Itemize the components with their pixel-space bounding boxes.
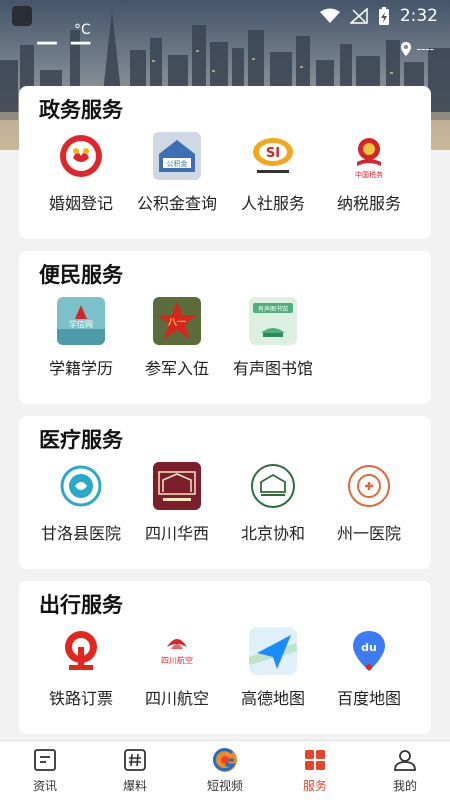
service-label: 学籍学历 [48, 359, 113, 378]
section-convenience-services: 便民服务 学信网 学籍学历 八一 参军入伍 有声图书馆 有声图书馆 [19, 251, 431, 404]
housing-fund-icon: 公积金 [153, 132, 201, 180]
service-label: 高德地图 [240, 689, 305, 708]
service-item-social-security[interactable]: SI 人社服务 [225, 132, 321, 214]
status-time: 2:32 [399, 6, 438, 26]
location-text: ---- [416, 42, 434, 56]
video-logo-icon [212, 747, 238, 773]
housing-fund-icon-text: 公积金 [167, 159, 188, 168]
service-item-military-enlistment[interactable]: 八一 参军入伍 [129, 297, 225, 379]
student-records-icon: 学信网 [57, 297, 105, 345]
social-security-icon: SI [249, 132, 297, 180]
sichuan-airlines-icon-text: 四川航空 [161, 655, 193, 665]
tab-profile[interactable]: 我的 [360, 741, 450, 800]
service-item-tax-service[interactable]: 中国税务 纳税服务 [321, 132, 417, 214]
student-records-icon-text: 学信网 [69, 319, 93, 329]
services-grid-icon [302, 747, 328, 773]
service-item-baidu-map[interactable]: du 百度地图 [321, 627, 417, 709]
prefecture-first-hospital-icon [345, 462, 393, 510]
amap-icon [249, 627, 297, 675]
west-china-hospital-icon [153, 462, 201, 510]
status-bar: 2:32 [0, 0, 450, 34]
service-label: 有声图书馆 [232, 359, 313, 378]
tax-service-icon: 中国税务 [345, 132, 393, 180]
tab-tips[interactable]: 爆料 [90, 741, 180, 800]
tab-label: 资讯 [32, 779, 57, 793]
service-item-railway-ticket[interactable]: 铁路订票 [33, 627, 129, 709]
service-item-housing-fund[interactable]: 公积金 公积金查询 [129, 132, 225, 214]
military-enlistment-icon: 八一 [153, 297, 201, 345]
service-label: 婚姻登记 [48, 194, 113, 213]
service-item-audio-library[interactable]: 有声图书馆 有声图书馆 [225, 297, 321, 379]
service-label: 纳税服务 [336, 194, 401, 213]
service-item-marriage-registration[interactable]: 婚姻登记 [33, 132, 129, 214]
service-label: 人社服务 [240, 194, 305, 213]
ganluo-hospital-icon [57, 462, 105, 510]
service-label: 四川华西 [144, 524, 209, 543]
profile-icon [392, 747, 418, 773]
section-title: 医疗服务 [39, 428, 123, 452]
service-list: 政务服务 婚姻登记 公积金 公积金查询 SI 人社服务 中国税务 纳税服务 便民… [19, 86, 431, 746]
no-signal-icon [349, 8, 368, 24]
service-item-student-records[interactable]: 学信网 学籍学历 [33, 297, 129, 379]
peking-union-hospital-icon [249, 462, 297, 510]
military-enlistment-icon-text: 八一 [167, 317, 186, 328]
section-title: 政务服务 [39, 98, 123, 122]
bottom-nav: 资讯 爆料 短视频 服务 我的 [0, 740, 450, 800]
section-government-services: 政务服务 婚姻登记 公积金 公积金查询 SI 人社服务 中国税务 纳税服务 [19, 86, 431, 239]
hashtag-icon [122, 747, 148, 773]
service-item-amap[interactable]: 高德地图 [225, 627, 321, 709]
section-travel-services: 出行服务 铁路订票 四川航空 四川航空 高德地图 du 百度地图 [19, 581, 431, 734]
service-item-prefecture-first-hospital[interactable]: 州一医院 [321, 462, 417, 544]
service-label: 参军入伍 [144, 359, 209, 378]
service-label: 四川航空 [144, 689, 209, 708]
service-item-peking-union-hospital[interactable]: 北京协和 [225, 462, 321, 544]
tab-label: 短视频 [206, 779, 243, 793]
audio-library-icon-text: 有声图书馆 [258, 305, 288, 313]
tab-news[interactable]: 资讯 [0, 741, 90, 800]
tab-short-video[interactable]: 短视频 [180, 741, 270, 800]
tax-service-icon-text: 中国税务 [355, 170, 383, 179]
wifi-icon [319, 8, 340, 23]
svg-text:SI: SI [266, 146, 280, 161]
service-label: 州一医院 [336, 524, 401, 543]
service-item-west-china-hospital[interactable]: 四川华西 [129, 462, 225, 544]
section-title: 便民服务 [39, 263, 123, 287]
service-label: 北京协和 [240, 524, 305, 543]
section-title: 出行服务 [39, 593, 123, 617]
tab-services[interactable]: 服务 [270, 741, 360, 800]
tab-label: 服务 [302, 779, 327, 793]
sichuan-airlines-icon: 四川航空 [153, 627, 201, 675]
weather-unit: °C [74, 22, 91, 38]
section-medical-services: 医疗服务 甘洛县医院 四川华西 北京协和 州一医院 [19, 416, 431, 569]
news-icon [32, 747, 58, 773]
service-label: 甘洛县医院 [40, 524, 121, 543]
railway-ticket-icon [57, 627, 105, 675]
marriage-registration-icon [57, 132, 105, 180]
location-indicator[interactable]: ---- [400, 42, 434, 56]
service-label: 铁路订票 [48, 689, 113, 708]
service-label: 百度地图 [336, 689, 401, 708]
audio-library-icon: 有声图书馆 [249, 297, 297, 345]
battery-charging-icon [378, 7, 389, 25]
location-pin-icon [400, 42, 411, 56]
tab-label: 我的 [392, 779, 417, 793]
tab-label: 爆料 [122, 779, 147, 793]
baidu-map-icon-text: du [361, 641, 377, 654]
notification-icon [12, 6, 32, 26]
service-item-sichuan-airlines[interactable]: 四川航空 四川航空 [129, 627, 225, 709]
baidu-map-icon: du [345, 627, 393, 675]
service-label: 公积金查询 [136, 194, 217, 213]
service-item-ganluo-hospital[interactable]: 甘洛县医院 [33, 462, 129, 544]
